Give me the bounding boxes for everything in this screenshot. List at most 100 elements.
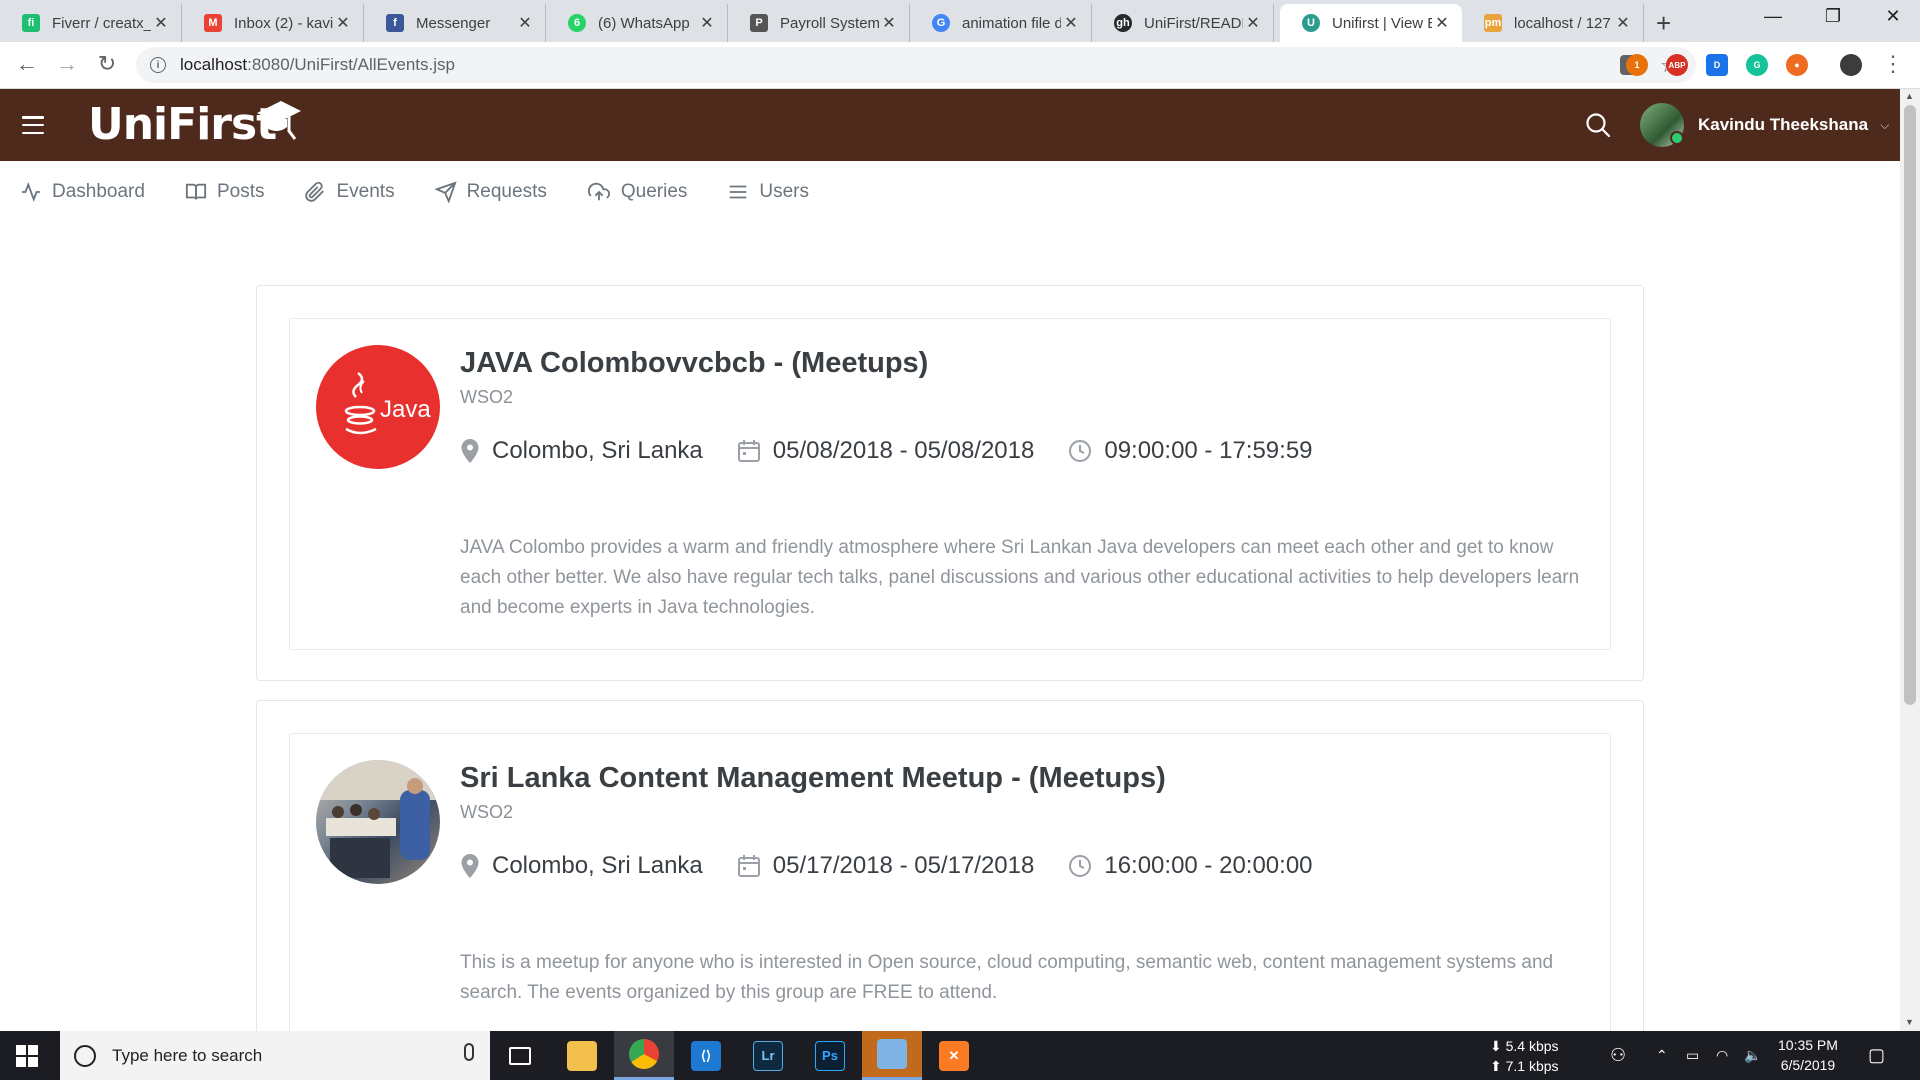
browser-tab[interactable]: M Inbox (2) - kavi ✕ <box>182 4 364 42</box>
wifi-icon[interactable]: ◠ <box>1716 1031 1728 1080</box>
event-title[interactable]: JAVA Colombovvcbcb - (Meetups) <box>460 347 928 380</box>
tray-chevron-icon[interactable]: ⌃ <box>1656 1031 1668 1080</box>
photoshop-icon[interactable]: Ps <box>800 1031 860 1080</box>
vscode-icon[interactable]: ⟨⟩ <box>676 1031 736 1080</box>
file-explorer-icon[interactable] <box>552 1031 612 1080</box>
task-view-icon[interactable] <box>490 1031 550 1080</box>
browser-tab[interactable]: fi Fiverr / creatx_d ✕ <box>0 4 182 42</box>
close-tab-icon[interactable]: ✕ <box>333 13 353 33</box>
close-tab-icon[interactable]: ✕ <box>1243 13 1263 33</box>
event-dates: 05/08/2018 - 05/08/2018 <box>737 437 1034 465</box>
browser-tab-strip: fi Fiverr / creatx_d ✕ M Inbox (2) - kav… <box>0 0 1920 42</box>
browser-tab[interactable]: G animation file d ✕ <box>910 4 1092 42</box>
browser-tab[interactable]: 6 (6) WhatsApp ✕ <box>546 4 728 42</box>
event-organizer: WSO2 <box>460 387 514 407</box>
browser-tab[interactable]: pm localhost / 127 ✕ <box>1462 4 1644 42</box>
restore-icon[interactable]: ❐ <box>1818 6 1848 27</box>
event-times: 16:00:00 - 20:00:00 <box>1068 852 1313 880</box>
battery-icon[interactable]: ▭ <box>1686 1031 1699 1080</box>
clock-icon <box>1069 440 1092 462</box>
extension-adblock-icon[interactable]: ABP <box>1666 54 1688 76</box>
xampp-icon[interactable]: ✕ <box>924 1031 984 1080</box>
virtualbox-icon[interactable] <box>862 1031 922 1080</box>
close-tab-icon[interactable]: ✕ <box>1613 13 1633 33</box>
event-card: Sri Lanka Content Management Meetup - (M… <box>256 700 1644 1080</box>
lightroom-icon[interactable]: Lr <box>738 1031 798 1080</box>
close-tab-icon[interactable]: ✕ <box>1432 13 1452 33</box>
forward-icon[interactable]: → <box>52 51 82 77</box>
close-tab-icon[interactable]: ✕ <box>697 13 717 33</box>
graduation-cap-icon <box>257 101 301 140</box>
close-window-icon[interactable]: ✕ <box>1878 6 1908 27</box>
list-icon <box>730 185 747 199</box>
whatsapp-favicon-icon: 6 <box>568 14 586 32</box>
url-text[interactable]: localhost:8080/UniFirst/AllEvents.jsp <box>180 55 455 75</box>
close-tab-icon[interactable]: ✕ <box>879 13 899 33</box>
upload-speed: 7.1 kbps <box>1505 1058 1559 1074</box>
people-icon[interactable]: ⚇ <box>1610 1031 1626 1080</box>
browser-tab[interactable]: f Messenger ✕ <box>364 4 546 42</box>
page-scrollbar[interactable]: ▲ ▼ <box>1900 89 1920 1031</box>
taskbar-search-box[interactable]: Type here to search <box>60 1031 490 1080</box>
nav-dashboard[interactable]: Dashboard <box>20 181 145 203</box>
extension-honey-icon[interactable]: 1 <box>1626 54 1648 76</box>
extension-docs-icon[interactable]: D <box>1706 54 1728 76</box>
extension-grammarly-icon[interactable]: G <box>1746 54 1768 76</box>
browser-tab-active[interactable]: U Unifirst | View E ✕ <box>1280 4 1462 42</box>
address-bar[interactable]: i localhost:8080/UniFirst/AllEvents.jsp … <box>136 47 1696 83</box>
user-menu[interactable]: Kavindu Theekshana ⌵ <box>1640 103 1889 147</box>
scrollbar-thumb[interactable] <box>1904 105 1916 705</box>
notifications-icon[interactable]: ▢ <box>1868 1031 1885 1080</box>
profile-avatar-icon[interactable] <box>1840 54 1862 76</box>
close-tab-icon[interactable]: ✕ <box>1061 13 1081 33</box>
event-thumbnail[interactable] <box>316 760 440 884</box>
browser-menu-icon[interactable]: ⋮ <box>1878 51 1908 77</box>
event-thumbnail[interactable]: Java <box>316 345 440 469</box>
system-clock[interactable]: 10:35 PM 6/5/2019 <box>1778 1035 1838 1075</box>
gmail-favicon-icon: M <box>204 14 222 32</box>
back-icon[interactable]: ← <box>12 51 42 77</box>
upload-cloud-icon <box>587 182 610 201</box>
nav-events[interactable]: Events <box>304 181 395 203</box>
reload-icon[interactable]: ↻ <box>92 51 122 77</box>
download-arrow-icon: ⬇ <box>1490 1038 1506 1054</box>
user-name: Kavindu Theekshana <box>1698 115 1869 134</box>
map-pin-icon <box>461 439 479 463</box>
minimize-icon[interactable]: — <box>1758 6 1788 27</box>
scroll-up-icon[interactable]: ▲ <box>1905 91 1914 101</box>
close-tab-icon[interactable]: ✕ <box>515 13 535 33</box>
scroll-down-icon[interactable]: ▼ <box>1905 1017 1914 1027</box>
hamburger-menu-icon[interactable] <box>22 116 44 134</box>
volume-icon[interactable]: 🔈 <box>1744 1031 1761 1080</box>
microphone-icon[interactable] <box>464 1043 474 1061</box>
github-favicon-icon: gh <box>1114 14 1132 32</box>
location-text: Colombo, Sri Lanka <box>492 437 703 464</box>
nav-queries[interactable]: Queries <box>587 181 687 203</box>
browser-tab[interactable]: P Payroll System ✕ <box>728 4 910 42</box>
extension-orange-icon[interactable]: ● <box>1786 54 1808 76</box>
search-placeholder: Type here to search <box>112 1045 263 1065</box>
nav-posts[interactable]: Posts <box>185 181 265 203</box>
google-favicon-icon: G <box>932 14 950 32</box>
chrome-icon[interactable] <box>614 1031 674 1080</box>
book-icon <box>185 183 207 200</box>
meetup-photo-icon <box>316 760 440 878</box>
fiverr-favicon-icon: fi <box>22 14 40 32</box>
nav-users[interactable]: Users <box>727 181 809 203</box>
nav-requests[interactable]: Requests <box>434 181 547 203</box>
svg-text:Java: Java <box>380 396 431 423</box>
nav-label: Posts <box>216 181 265 202</box>
windows-start-icon[interactable] <box>16 1045 38 1067</box>
browser-tab[interactable]: gh UniFirst/READM ✕ <box>1092 4 1274 42</box>
info-icon[interactable]: i <box>150 57 166 73</box>
calendar-icon <box>737 440 760 462</box>
event-title[interactable]: Sri Lanka Content Management Meetup - (M… <box>460 762 1166 795</box>
nav-label: Dashboard <box>52 181 145 202</box>
search-icon[interactable] <box>1584 111 1612 139</box>
new-tab-button[interactable]: + <box>1656 8 1671 39</box>
event-location: Colombo, Sri Lanka <box>460 437 703 465</box>
unifirst-logo[interactable]: UniFirst <box>88 99 277 150</box>
cortana-icon[interactable] <box>74 1044 96 1067</box>
close-tab-icon[interactable]: ✕ <box>151 13 171 33</box>
event-dates: 05/17/2018 - 05/17/2018 <box>737 852 1034 880</box>
